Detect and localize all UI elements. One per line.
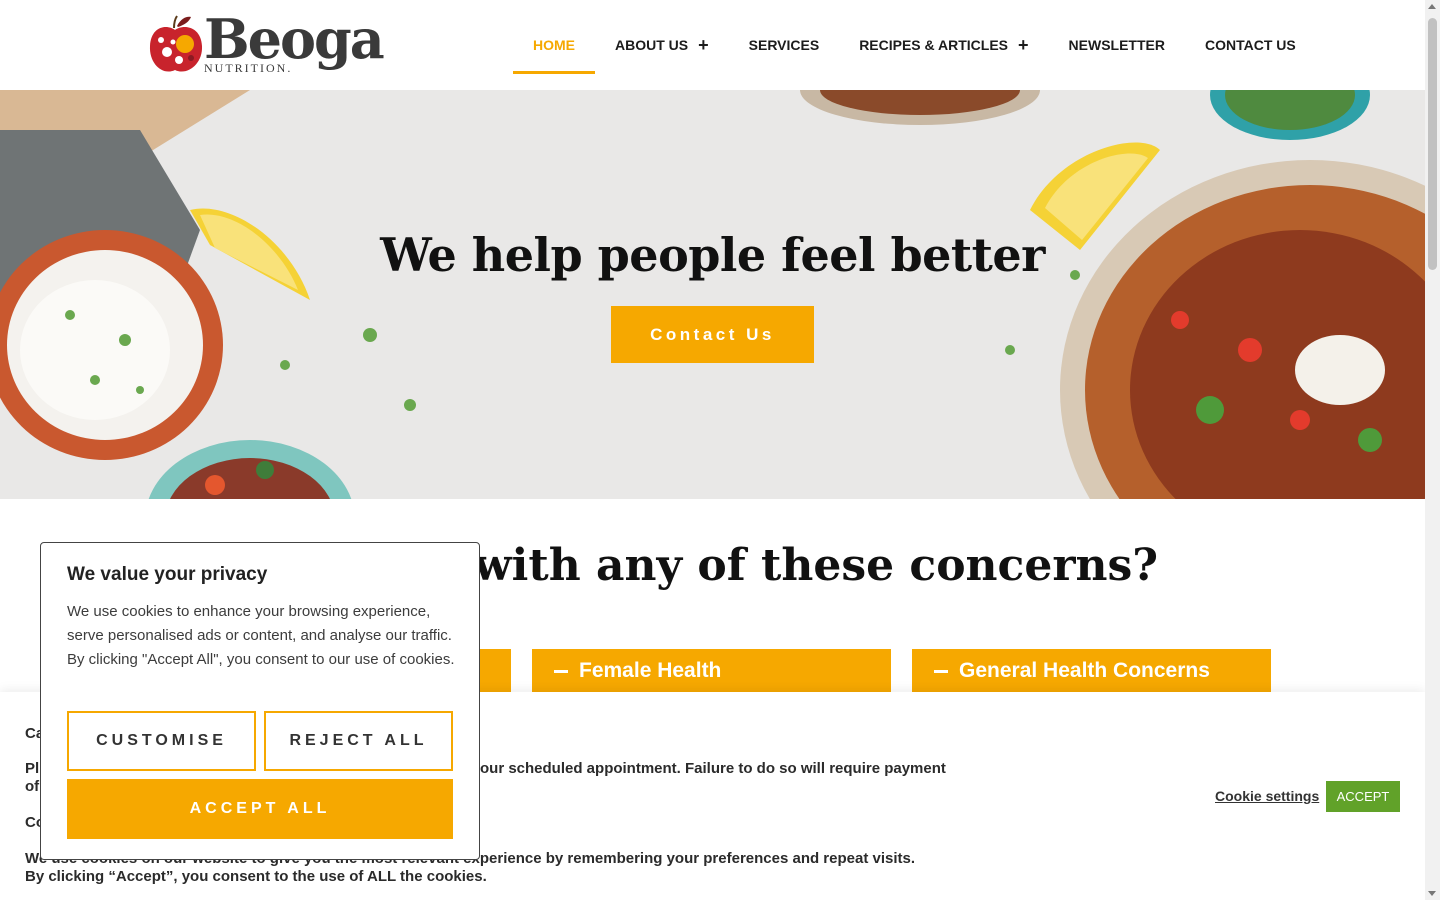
page-scrollbar[interactable]	[1425, 0, 1440, 900]
cookie-settings-link[interactable]: Cookie settings	[1215, 788, 1319, 804]
main-nav: HOME ABOUT US + SERVICES RECIPES & ARTICL…	[513, 16, 1316, 74]
cookie-bar-line: By clicking “Accept”, you consent to the…	[25, 868, 487, 885]
logo-word: Beoga	[204, 7, 385, 71]
scrollbar-thumb[interactable]	[1428, 18, 1437, 270]
site-logo[interactable]: Beoga NUTRITION.	[147, 10, 385, 80]
privacy-consent-modal: We value your privacy We use cookies to …	[40, 542, 480, 860]
hero-title: We help people feel better	[380, 228, 1045, 282]
nav-label: SERVICES	[748, 37, 820, 53]
site-header: Beoga NUTRITION. HOME ABOUT US + SERVICES…	[0, 0, 1425, 90]
concern-label: Female Health	[579, 659, 722, 682]
customise-button[interactable]: CUSTOMISE	[67, 711, 256, 771]
nav-item-home[interactable]: HOME	[513, 16, 595, 74]
accept-all-button[interactable]: ACCEPT ALL	[67, 779, 453, 839]
nav-item-about-us[interactable]: ABOUT US +	[595, 16, 729, 74]
minus-icon	[554, 669, 568, 673]
nav-item-newsletter[interactable]: NEWSLETTER	[1049, 16, 1185, 74]
nav-item-contact-us[interactable]: CONTACT US	[1185, 16, 1316, 74]
scroll-down-arrow-icon[interactable]	[1428, 891, 1436, 896]
logo-text: Beoga NUTRITION.	[204, 7, 385, 75]
nav-item-services[interactable]: SERVICES	[729, 16, 840, 74]
concern-label: General Health Concerns	[959, 659, 1210, 682]
cookie-bar-line: of	[25, 778, 40, 795]
plus-icon[interactable]: +	[1018, 36, 1029, 54]
hero-food-image	[0, 90, 1425, 499]
cookie-accept-button[interactable]: ACCEPT	[1326, 781, 1400, 812]
plus-icon[interactable]: +	[698, 36, 709, 54]
privacy-title: We value your privacy	[67, 564, 268, 585]
nav-label: RECIPES & ARTICLES	[859, 37, 1009, 53]
privacy-body: We use cookies to enhance your browsing …	[67, 603, 455, 668]
minus-icon	[934, 669, 948, 673]
concern-card-general-health[interactable]: General Health Concerns	[912, 649, 1271, 693]
hero-section: We help people feel better Contact Us	[0, 90, 1425, 499]
logo-subtitle: NUTRITION.	[204, 61, 293, 75]
nav-label: HOME	[533, 37, 575, 53]
concern-card-female-health[interactable]: Female Health	[532, 649, 891, 693]
cookie-bar-line: Pl	[25, 760, 40, 777]
contact-us-button[interactable]: Contact Us	[611, 306, 814, 363]
scroll-up-arrow-icon[interactable]	[1428, 4, 1436, 9]
nav-label: CONTACT US	[1205, 37, 1296, 53]
nav-label: NEWSLETTER	[1068, 37, 1165, 53]
cookie-bar-line: our scheduled appointment. Failure to do…	[480, 760, 946, 777]
nav-label: ABOUT US	[615, 37, 689, 53]
apple-logo-icon	[149, 15, 203, 72]
nav-item-recipes-articles[interactable]: RECIPES & ARTICLES +	[839, 16, 1048, 74]
reject-all-button[interactable]: REJECT ALL	[264, 711, 453, 771]
